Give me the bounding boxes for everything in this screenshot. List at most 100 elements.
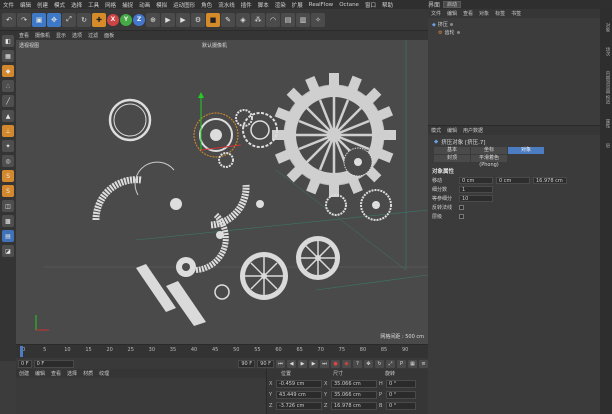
viewport-menu-item[interactable]: 面板 [101, 32, 117, 39]
start-frame-field[interactable]: 0 F [33, 359, 74, 368]
move-key-icon[interactable]: ✥ [364, 359, 373, 368]
end-frame-field[interactable]: 90 F [238, 359, 256, 368]
edge-mode-icon[interactable]: ╱ [2, 95, 14, 107]
menu-item[interactable]: 渲染 [272, 1, 289, 9]
viewport-canvas[interactable] [16, 40, 428, 344]
object-item[interactable]: ⚙ 齿轮 [438, 29, 460, 36]
material-menu-item[interactable]: 创建 [16, 370, 32, 377]
rotate-key-icon[interactable]: ↻ [375, 359, 384, 368]
tab-coord[interactable]: 坐标 [471, 147, 507, 154]
menu-item[interactable]: 模拟 [153, 1, 170, 9]
object-menu-item[interactable]: 书签 [508, 10, 524, 17]
object-menu-item[interactable]: 对象 [476, 10, 492, 17]
hierarchical-checkbox[interactable] [459, 214, 464, 219]
layout-icon[interactable]: ▤ [2, 230, 14, 242]
isoparm-field[interactable]: 10 [459, 195, 493, 202]
movement-z-field[interactable]: 16.978 cm [533, 177, 567, 184]
material-menu-item[interactable]: 纹理 [96, 370, 112, 377]
grid-icon[interactable]: ▩ [2, 215, 14, 227]
point-mode-icon[interactable]: ∴ [2, 80, 14, 92]
playhead[interactable] [20, 346, 23, 357]
position-z-field[interactable]: -3.726 cm [276, 402, 322, 410]
side-tab[interactable]: 属性 [602, 119, 610, 128]
object-menu-item[interactable]: 查看 [460, 10, 476, 17]
autokey-icon[interactable]: ◉ [342, 359, 351, 368]
key-icon[interactable]: ? [353, 359, 362, 368]
lock-icon[interactable]: ◫ [2, 200, 14, 212]
model-mode-icon[interactable]: ◆ [2, 65, 14, 77]
world-icon[interactable]: ⊕ [146, 12, 160, 27]
misc-icon[interactable]: ◪ [2, 245, 14, 257]
recent-icon[interactable]: ✚ [92, 12, 106, 27]
menu-item[interactable]: 编辑 [17, 1, 34, 9]
menu-item[interactable]: 网格 [102, 1, 119, 9]
object-menu-item[interactable]: 标签 [492, 10, 508, 17]
camera-label[interactable]: 默认摄像机 [202, 42, 227, 49]
subdivide-icon[interactable]: ◈ [236, 12, 250, 27]
grid-key-icon[interactable]: ▦ [408, 359, 417, 368]
menu-item[interactable]: 创建 [34, 1, 51, 9]
menu-item[interactable]: 模式 [51, 1, 68, 9]
timeline-icon[interactable]: ≡ [419, 359, 428, 368]
object-menu-item[interactable]: 文件 [428, 10, 444, 17]
tab-caps[interactable]: 封顶 [434, 155, 470, 162]
size-y-field[interactable]: 35.066 cm [331, 391, 377, 399]
menu-item[interactable]: 运动图形 [170, 1, 198, 9]
make-editable-icon[interactable]: ◧ [2, 35, 14, 47]
rotation-b-field[interactable]: 0 ° [386, 402, 416, 410]
object-item[interactable]: ◆ 挤压 [432, 21, 453, 28]
attributes-menu-item[interactable]: 用户数据 [460, 127, 486, 134]
move-icon[interactable]: ✥ [47, 12, 61, 27]
polygon-mode-icon[interactable]: ▲ [2, 110, 14, 122]
menu-item[interactable]: 选择 [68, 1, 85, 9]
array-icon[interactable]: ⁂ [251, 12, 265, 27]
render-settings-icon[interactable]: ⚙ [191, 12, 205, 27]
axis-mode-icon[interactable]: ⊥ [2, 125, 14, 137]
x-axis-toggle[interactable]: X [107, 13, 119, 26]
rotate-icon[interactable]: ↻ [77, 12, 91, 27]
record-icon[interactable]: ● [331, 359, 340, 368]
render-icon[interactable]: ▶ [176, 12, 190, 27]
material-area[interactable] [16, 378, 266, 414]
z-axis-toggle[interactable]: Z [133, 13, 145, 26]
tab-object[interactable]: 对象 [508, 147, 544, 154]
menu-item[interactable]: 窗口 [362, 1, 379, 9]
menu-item[interactable]: 帮助 [379, 1, 396, 9]
menu-item[interactable]: 动画 [136, 1, 153, 9]
menu-item[interactable]: 工具 [85, 1, 102, 9]
viewport-menu-item[interactable]: 查看 [16, 32, 32, 39]
attributes-menu-item[interactable]: 模式 [428, 127, 444, 134]
next-key-icon[interactable]: ▶ [309, 359, 318, 368]
menu-item[interactable]: Octane [336, 2, 362, 8]
position-y-field[interactable]: 43.449 cm [276, 391, 322, 399]
visibility-dot[interactable] [456, 31, 460, 34]
current-frame-field[interactable]: 0 F [18, 359, 32, 368]
tab-phong[interactable]: 平滑着色(Phong) [471, 155, 507, 168]
object-menu-item[interactable]: 编辑 [444, 10, 460, 17]
side-tab[interactable]: 场次 [602, 47, 610, 56]
menu-item[interactable]: 插件 [238, 1, 255, 9]
redo-icon[interactable]: ↷ [17, 12, 31, 27]
param-key-icon[interactable]: P [397, 359, 406, 368]
deformer-icon[interactable]: ◠ [266, 12, 280, 27]
end-frame-field-2[interactable]: 90 F [257, 359, 274, 368]
go-start-icon[interactable]: ⏮ [276, 359, 285, 368]
rotation-p-field[interactable]: 0 ° [386, 391, 416, 399]
side-tab[interactable]: 对象 [602, 23, 610, 32]
snap-icon[interactable]: ◎ [2, 155, 14, 167]
menu-item[interactable]: RealFlow [306, 2, 336, 8]
position-x-field[interactable]: -0.459 cm [276, 380, 322, 388]
pen-icon[interactable]: ✎ [221, 12, 235, 27]
menu-item[interactable]: 流水线 [215, 1, 238, 9]
attributes-menu-item[interactable]: 编辑 [444, 127, 460, 134]
side-tab[interactable]: 构造 [602, 95, 610, 104]
material-menu-item[interactable]: 选择 [64, 370, 80, 377]
material-menu-item[interactable]: 编辑 [32, 370, 48, 377]
scale-icon[interactable]: ⤢ [62, 12, 76, 27]
menu-item[interactable]: 扩展 [289, 1, 306, 9]
scale-key-icon[interactable]: ⤢ [386, 359, 395, 368]
workplane-icon[interactable]: S [2, 185, 14, 197]
select-icon[interactable]: ▣ [32, 12, 46, 27]
y-axis-toggle[interactable]: Y [120, 13, 132, 26]
viewport-menu-item[interactable]: 过滤 [85, 32, 101, 39]
